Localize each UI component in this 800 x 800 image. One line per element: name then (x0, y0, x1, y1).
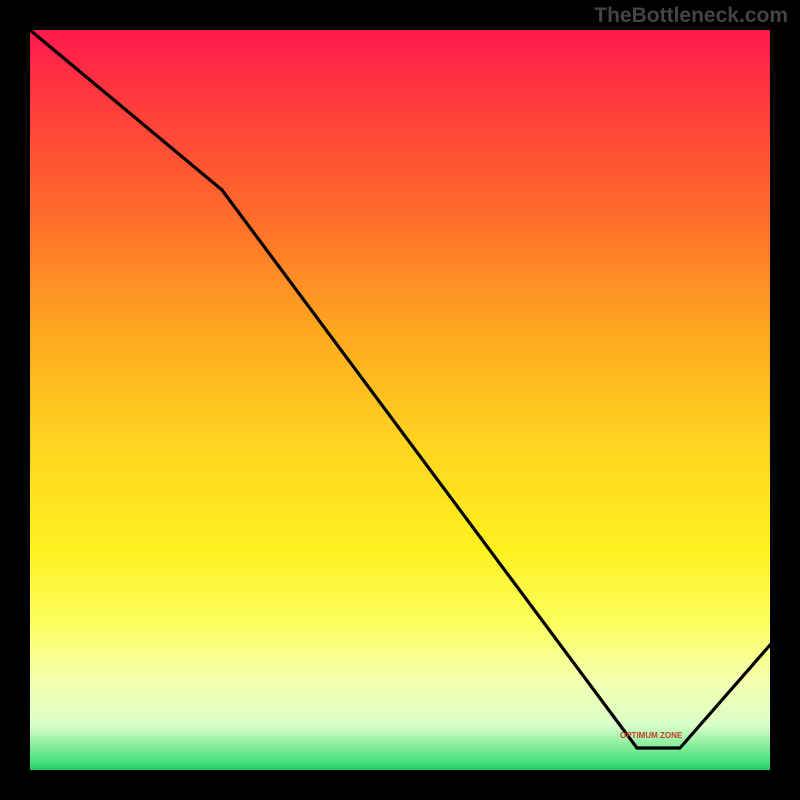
optimum-zone-annotation: OPTIMUM ZONE (620, 731, 682, 740)
watermark-text: TheBottleneck.com (594, 4, 788, 28)
chart-plot-area: OPTIMUM ZONE (30, 30, 770, 770)
chart-line-path (30, 30, 770, 748)
chart-line-svg (30, 30, 770, 770)
